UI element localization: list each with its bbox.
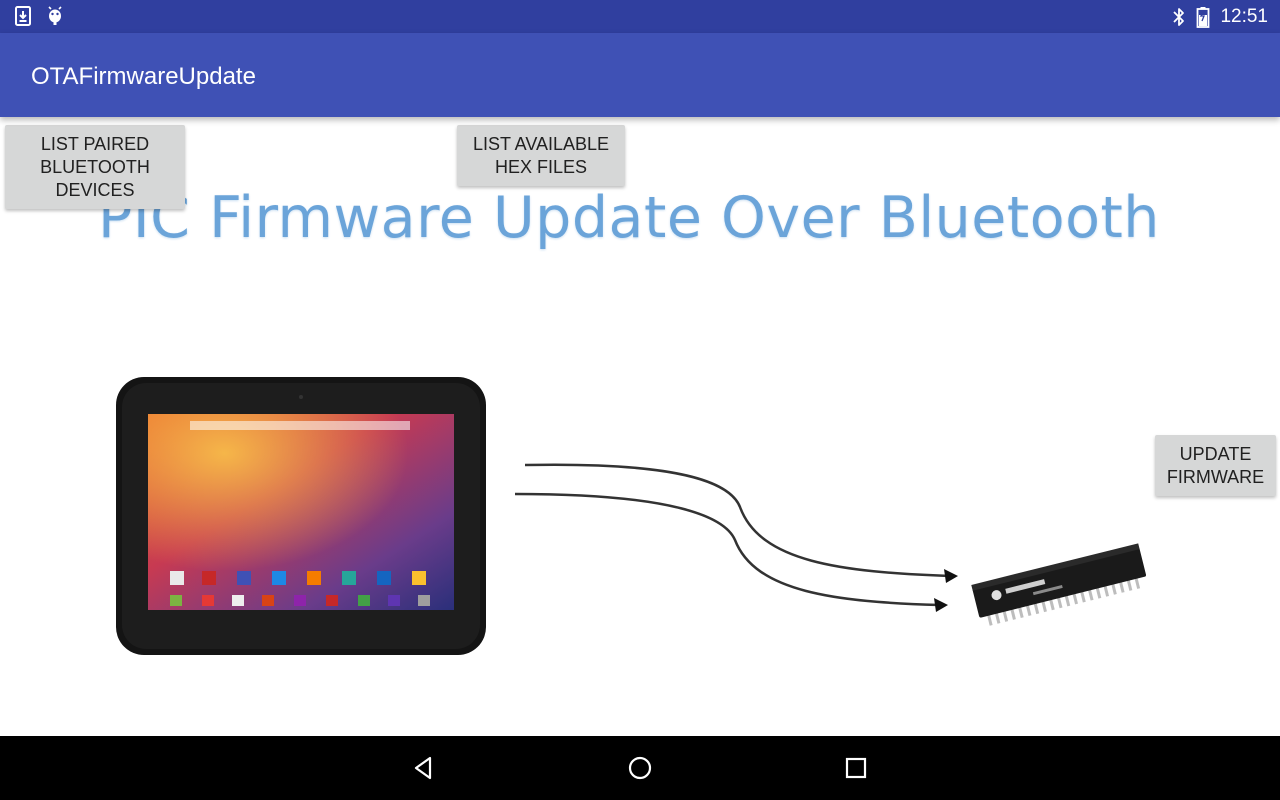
hero-title: PIC Firmware Update Over Bluetooth bbox=[98, 185, 1160, 251]
app-bar: OTAFirmwareUpdate bbox=[0, 33, 1280, 117]
list-paired-devices-button[interactable]: LIST PAIRED BLUETOOTH DEVICES bbox=[5, 125, 185, 209]
list-paired-devices-label: LIST PAIRED BLUETOOTH DEVICES bbox=[40, 133, 150, 200]
hero-image: PIC Firmware Update Over Bluetooth bbox=[0, 117, 1280, 736]
status-bar: 12:51 bbox=[0, 0, 1280, 33]
android-icon bbox=[48, 6, 62, 25]
nav-bar bbox=[0, 736, 1280, 800]
content-area: PIC Firmware Update Over Bluetooth LIST … bbox=[0, 117, 1280, 736]
app-title: OTAFirmwareUpdate bbox=[31, 63, 256, 90]
download-icon bbox=[15, 6, 31, 26]
list-hex-files-label: LIST AVAILABLE HEX FILES bbox=[472, 133, 610, 177]
home-icon[interactable] bbox=[624, 752, 656, 784]
battery-icon bbox=[1197, 6, 1210, 28]
bluetooth-icon bbox=[1173, 7, 1185, 26]
recents-icon[interactable] bbox=[840, 752, 872, 784]
pic-chip-image bbox=[971, 543, 1146, 626]
update-firmware-button[interactable]: UPDATE FIRMWARE bbox=[1155, 435, 1276, 496]
arrow-icon bbox=[514, 463, 958, 612]
status-time: 12:51 bbox=[1220, 5, 1268, 27]
list-hex-files-button[interactable]: LIST AVAILABLE HEX FILES bbox=[457, 125, 625, 186]
tablet-image bbox=[116, 377, 486, 655]
back-icon[interactable] bbox=[408, 752, 440, 784]
update-firmware-label: UPDATE FIRMWARE bbox=[1166, 443, 1265, 487]
